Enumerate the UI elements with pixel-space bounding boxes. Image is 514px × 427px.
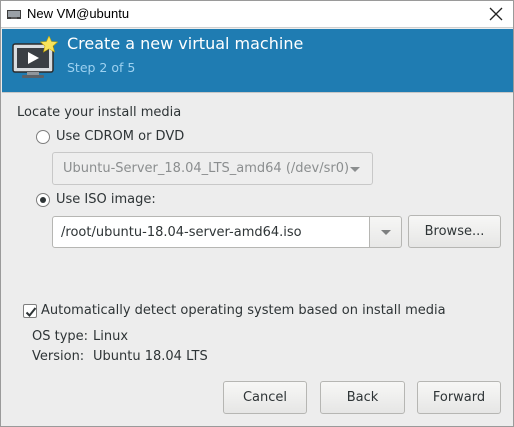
cdrom-radio[interactable] (36, 130, 50, 144)
auto-detect-os-checkbox[interactable] (23, 304, 37, 318)
checkmark-icon (25, 307, 37, 317)
wizard-title: Create a new virtual machine (67, 34, 304, 53)
wizard-step-indicator: Step 2 of 5 (67, 60, 136, 75)
virtual-machine-new-icon (12, 36, 58, 78)
new-vm-dialog: New VM@ubuntu Create a new virtual machi… (0, 0, 514, 427)
os-type-value: Linux (93, 329, 129, 344)
cdrom-radio-label[interactable]: Use CDROM or DVD (56, 129, 184, 144)
install-media-heading: Locate your install media (17, 105, 182, 120)
browse-button[interactable]: Browse... (408, 215, 501, 248)
cdrom-device-value: Ubuntu-Server_18.04_LTS_amd64 (/dev/sr0) (63, 161, 350, 176)
chevron-down-icon (381, 230, 391, 235)
iso-history-dropdown-button[interactable] (369, 216, 402, 248)
iso-radio[interactable] (36, 193, 50, 207)
os-version-label: Version: (32, 349, 85, 364)
back-button[interactable]: Back (320, 381, 405, 414)
chevron-down-icon (350, 167, 360, 172)
auto-detect-os-label[interactable]: Automatically detect operating system ba… (41, 303, 446, 318)
window-title: New VM@ubuntu (27, 6, 130, 21)
title-bar: New VM@ubuntu (1, 1, 513, 28)
vm-app-icon (7, 10, 21, 19)
close-icon[interactable] (487, 5, 505, 23)
iso-path-input[interactable] (52, 216, 370, 248)
iso-radio-label[interactable]: Use ISO image: (56, 192, 156, 207)
forward-button[interactable]: Forward (417, 381, 501, 414)
cdrom-device-select: Ubuntu-Server_18.04_LTS_amd64 (/dev/sr0) (52, 152, 373, 185)
wizard-header: Create a new virtual machine Step 2 of 5 (2, 29, 513, 92)
os-version-value: Ubuntu 18.04 LTS (93, 349, 208, 364)
cancel-button[interactable]: Cancel (223, 381, 307, 414)
header-divider (2, 92, 513, 93)
os-type-label: OS type: (32, 329, 89, 344)
